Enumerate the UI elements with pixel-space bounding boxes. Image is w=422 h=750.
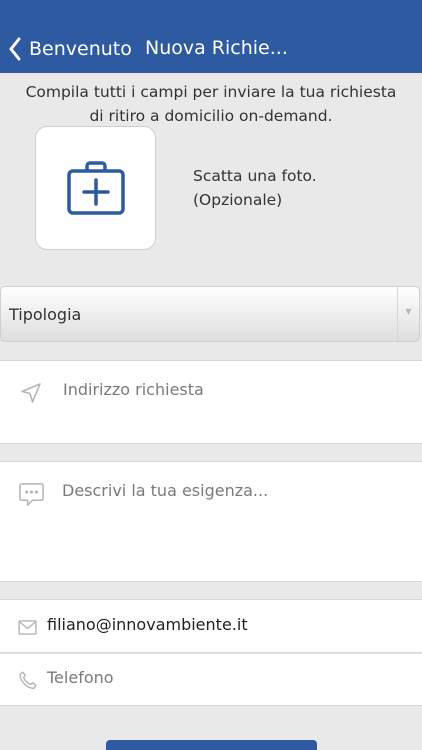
email-field[interactable]: filiano@innovambiente.it: [0, 599, 422, 653]
camera-add-icon: [66, 161, 125, 215]
take-photo-button[interactable]: [35, 126, 156, 250]
description-placeholder: Descrivi la tua esigenza...: [62, 481, 269, 500]
location-arrow-icon: [21, 383, 41, 403]
type-select[interactable]: Tipologia ▼: [0, 286, 420, 342]
photo-hint-line-2: (Opzionale): [193, 191, 283, 209]
back-button[interactable]: Benvenuto: [8, 35, 132, 63]
intro-text: Compila tutti i campi per inviare la tua…: [10, 80, 412, 128]
screen: Benvenuto Nuova Richie... Compila tutti …: [0, 0, 422, 750]
photo-hint: Scatta una foto. (Opzionale): [193, 164, 317, 212]
phone-icon: [19, 671, 37, 690]
page-title: Nuova Richie...: [145, 37, 288, 59]
intro-line-2: di ritiro a domicilio on-demand.: [89, 107, 333, 125]
photo-hint-line-1: Scatta una foto.: [193, 167, 317, 185]
description-field[interactable]: Descrivi la tua esigenza...: [0, 461, 422, 582]
chat-bubble-icon: [19, 483, 44, 506]
email-value: filiano@innovambiente.it: [47, 615, 248, 634]
intro-line-1: Compila tutti i campi per inviare la tua…: [25, 83, 397, 101]
address-field[interactable]: Indirizzo richiesta: [0, 360, 422, 444]
address-placeholder: Indirizzo richiesta: [63, 380, 204, 399]
navbar: Benvenuto Nuova Richie...: [0, 0, 422, 73]
submit-button[interactable]: [106, 740, 317, 750]
chevron-left-icon: [9, 37, 21, 61]
back-label: Benvenuto: [29, 38, 132, 60]
phone-placeholder: Telefono: [47, 668, 114, 687]
mail-icon: [18, 620, 37, 635]
dropdown-arrow-icon: ▼: [397, 287, 419, 341]
phone-field[interactable]: Telefono: [0, 653, 422, 706]
type-select-value: Tipologia: [9, 305, 82, 324]
